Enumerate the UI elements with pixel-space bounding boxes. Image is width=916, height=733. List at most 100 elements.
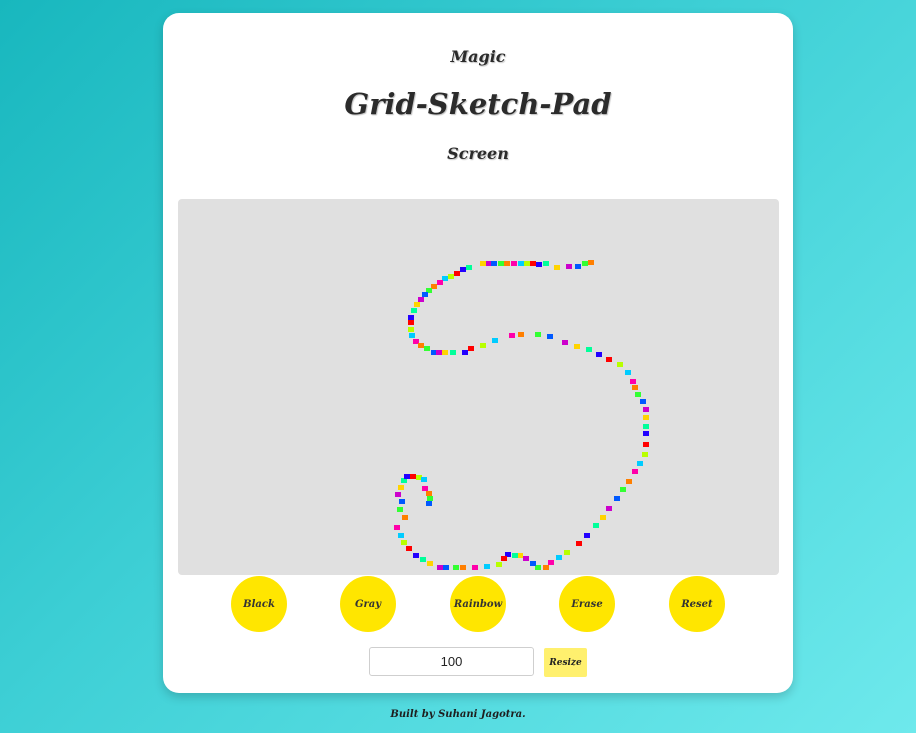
sketch-cell — [418, 343, 424, 348]
sketch-cell — [411, 308, 417, 313]
sketch-cell — [562, 340, 568, 345]
sketch-cell — [637, 461, 643, 466]
footer-credit: Built by Suhani Jagotra. — [390, 709, 526, 720]
gray-button[interactable]: Gray — [340, 576, 396, 632]
sketch-cell — [606, 357, 612, 362]
sketch-cell — [413, 553, 419, 558]
sketch-cell — [504, 261, 510, 266]
sketch-cell — [643, 442, 649, 447]
sketch-cell — [398, 485, 404, 490]
header-screen: Screen — [447, 144, 509, 163]
sketch-cell — [437, 280, 443, 285]
sketch-cell — [626, 479, 632, 484]
sketch-cell — [453, 565, 459, 570]
sketch-cell — [426, 501, 432, 506]
header-magic: Magic — [450, 47, 506, 66]
sketch-cell — [406, 546, 412, 551]
sketch-cell — [436, 350, 442, 355]
sketch-cell — [642, 452, 648, 457]
sketch-cell — [600, 515, 606, 520]
sketch-cell — [536, 262, 542, 267]
sketch-cell — [566, 264, 572, 269]
sketch-cell — [518, 332, 524, 337]
sketch-cell — [582, 261, 588, 266]
sketch-cell — [511, 261, 517, 266]
sketch-card: Magic Grid-Sketch-Pad Screen Black Gray … — [163, 13, 793, 693]
rainbow-button[interactable]: Rainbow — [450, 576, 506, 632]
sketch-cell — [574, 344, 580, 349]
sketch-cell — [399, 499, 405, 504]
sketch-cell — [576, 541, 582, 546]
sketch-cell — [593, 523, 599, 528]
sketch-cell — [512, 553, 518, 558]
sketch-cell — [394, 525, 400, 530]
sketch-cell — [395, 492, 401, 497]
sketch-cell — [620, 487, 626, 492]
sketch-cell — [632, 469, 638, 474]
sketch-cell — [617, 362, 623, 367]
sketch-cell — [491, 261, 497, 266]
sketch-cell — [606, 506, 612, 511]
sketch-cell — [397, 507, 403, 512]
erase-button[interactable]: Erase — [559, 576, 615, 632]
sketch-cell — [635, 392, 641, 397]
sketch-cell — [643, 424, 649, 429]
sketch-cell — [556, 555, 562, 560]
sketch-cell — [410, 474, 416, 479]
sketch-cell — [408, 320, 414, 325]
sketch-cell — [443, 565, 449, 570]
sketch-cell — [422, 292, 428, 297]
reset-button[interactable]: Reset — [669, 576, 725, 632]
sketch-cell — [460, 267, 466, 272]
resize-button[interactable]: Resize — [544, 648, 587, 677]
sketch-cell — [414, 302, 420, 307]
sketch-cell — [401, 540, 407, 545]
sketch-cell — [468, 346, 474, 351]
sketch-cell — [398, 533, 404, 538]
sketch-cell — [588, 260, 594, 265]
sketch-cell — [496, 562, 502, 567]
sketch-cell — [484, 564, 490, 569]
sketch-cell — [509, 333, 515, 338]
sketch-cell — [523, 556, 529, 561]
grid-size-input[interactable] — [369, 647, 534, 676]
sketch-cell — [554, 265, 560, 270]
sketch-cell — [643, 407, 649, 412]
sketch-cell — [427, 561, 433, 566]
sketch-cell — [625, 370, 631, 375]
sketch-cell — [564, 550, 570, 555]
sketch-cell — [460, 565, 466, 570]
sketch-cell — [420, 557, 426, 562]
sketch-cell — [614, 496, 620, 501]
sketch-cell — [462, 350, 468, 355]
sketch-grid[interactable] — [178, 199, 779, 575]
sketch-cell — [535, 332, 541, 337]
page-title: Grid-Sketch-Pad — [344, 87, 612, 121]
sketch-drawing — [394, 260, 649, 570]
sketch-cell — [543, 565, 549, 570]
sketch-cell — [501, 556, 507, 561]
sketch-cell — [586, 347, 592, 352]
sketch-cell — [426, 491, 432, 496]
sketch-cell — [466, 265, 472, 270]
sketch-cell — [409, 333, 415, 338]
sketch-cell — [472, 565, 478, 570]
sketch-cell — [448, 274, 454, 279]
sketch-cell — [643, 415, 649, 420]
sketch-cell — [596, 352, 602, 357]
sketch-cell — [632, 385, 638, 390]
sketch-cell — [543, 261, 549, 266]
sketch-cell — [584, 533, 590, 538]
sketch-cell — [404, 474, 410, 479]
sketch-cell — [630, 379, 636, 384]
sketch-cell — [421, 477, 427, 482]
sketch-cell — [518, 261, 524, 266]
black-button[interactable]: Black — [231, 576, 287, 632]
sketch-cell — [524, 261, 530, 266]
sketch-cell — [450, 350, 456, 355]
sketch-cell — [422, 486, 428, 491]
sketch-cell — [492, 338, 498, 343]
sketch-cell — [437, 565, 443, 570]
sketch-cell — [402, 515, 408, 520]
sketch-cell — [427, 496, 433, 501]
